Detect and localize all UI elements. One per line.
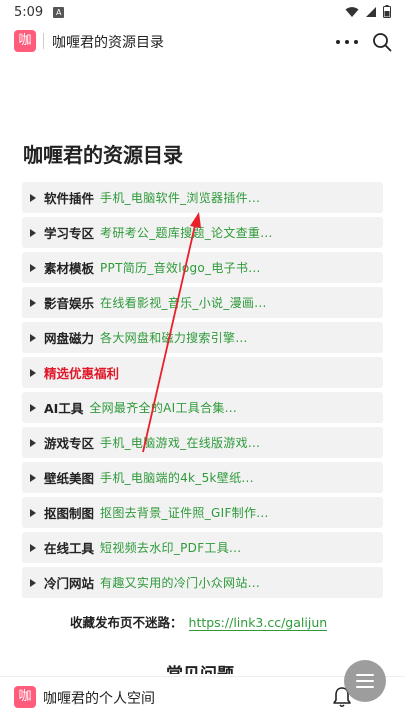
resource-item-niche-sites[interactable]: 冷门网站 有趣又实用的冷门小众网站... — [22, 567, 383, 598]
item-title: 网盘磁力 — [44, 331, 95, 346]
resource-item-wallpapers[interactable]: 壁纸美图 手机_电脑端的4k_5k壁纸... — [22, 462, 383, 493]
caret-right-icon — [30, 298, 36, 307]
resource-item-media[interactable]: 影音娱乐 在线看影视_音乐_小说_漫画... — [22, 287, 383, 318]
item-desc: 手机_电脑端的4k_5k壁纸... — [100, 471, 254, 485]
item-title: 游戏专区 — [44, 436, 95, 451]
resource-item-materials[interactable]: 素材模板 PPT简历_音效logo_电子书... — [22, 252, 383, 283]
caret-right-icon — [30, 228, 36, 237]
item-desc: 考研考公_题库搜题_论文查重... — [100, 226, 273, 240]
resource-item-deals[interactable]: 精选优惠福利 — [22, 357, 383, 388]
favorite-label: 收藏发布页不迷路： — [70, 615, 183, 630]
header-title: 咖喱君的资源目录 — [52, 35, 164, 51]
resource-item-software[interactable]: 软件插件 手机_电脑软件_浏览器插件... — [22, 182, 383, 213]
header-divider — [43, 33, 44, 49]
item-desc: 在线看影视_音乐_小说_漫画... — [100, 296, 267, 310]
dot-icon — [354, 40, 358, 44]
resource-item-study[interactable]: 学习专区 考研考公_题库搜题_论文查重... — [22, 217, 383, 248]
favorite-line: 收藏发布页不迷路： https://link3.cc/galijun — [70, 612, 328, 631]
page-title: 咖喱君的资源目录 — [23, 143, 183, 167]
item-desc: 手机_电脑游戏_在线版游戏... — [100, 436, 261, 450]
search-icon[interactable] — [372, 32, 392, 52]
floating-menu-button[interactable] — [344, 660, 386, 702]
menu-line-icon — [356, 674, 374, 676]
item-title: 抠图制图 — [44, 506, 95, 521]
item-title: 冷门网站 — [44, 576, 95, 591]
item-desc: 抠图去背景_证件照_GIF制作... — [100, 506, 269, 520]
dot-icon — [345, 40, 349, 44]
status-time: 5:09 — [14, 4, 44, 20]
caret-right-icon — [30, 543, 36, 552]
caret-right-icon — [30, 193, 36, 202]
caret-right-icon — [30, 438, 36, 447]
item-desc: 短视频去水印_PDF工具... — [100, 541, 242, 555]
resource-item-games[interactable]: 游戏专区 手机_电脑游戏_在线版游戏... — [22, 427, 383, 458]
notification-icon: A — [53, 6, 65, 18]
status-bar: 5:09 A — [0, 0, 405, 24]
item-title: 软件插件 — [44, 191, 95, 206]
app-header: 咖 咖喱君的资源目录 — [0, 26, 405, 58]
item-title: 影音娱乐 — [44, 296, 95, 311]
item-title: 在线工具 — [44, 541, 95, 556]
caret-right-icon — [30, 403, 36, 412]
resource-item-ai-tools[interactable]: AI工具 全网最齐全的AI工具合集... — [22, 392, 383, 423]
resource-item-netdisk[interactable]: 网盘磁力 各大网盘和磁力搜索引擎... — [22, 322, 383, 353]
signal-icon — [366, 6, 376, 17]
menu-line-icon — [356, 686, 374, 688]
caret-right-icon — [30, 508, 36, 517]
caret-right-icon — [30, 368, 36, 377]
site-logo[interactable]: 咖 — [14, 30, 36, 52]
publish-page-link[interactable]: https://link3.cc/galijun — [188, 615, 328, 631]
item-desc: 有趣又实用的冷门小众网站... — [100, 576, 260, 590]
caret-right-icon — [30, 578, 36, 587]
resource-list: 软件插件 手机_电脑软件_浏览器插件... 学习专区 考研考公_题库搜题_论文查… — [22, 182, 383, 602]
wifi-icon — [345, 6, 359, 17]
item-title: AI工具 — [44, 401, 84, 416]
resource-item-online-tools[interactable]: 在线工具 短视频去水印_PDF工具... — [22, 532, 383, 563]
status-icons — [345, 5, 391, 18]
item-title: 素材模板 — [44, 261, 95, 276]
dot-icon — [336, 40, 340, 44]
bottom-title[interactable]: 咖喱君的个人空间 — [43, 688, 155, 708]
resource-item-image-editing[interactable]: 抠图制图 抠图去背景_证件照_GIF制作... — [22, 497, 383, 528]
item-desc: 手机_电脑软件_浏览器插件... — [100, 191, 261, 205]
caret-right-icon — [30, 263, 36, 272]
caret-right-icon — [30, 333, 36, 342]
item-title: 精选优惠福利 — [44, 366, 120, 381]
item-desc: 全网最齐全的AI工具合集... — [89, 401, 238, 415]
caret-right-icon — [30, 473, 36, 482]
more-options-button[interactable] — [336, 34, 358, 50]
item-title: 学习专区 — [44, 226, 95, 241]
menu-line-icon — [356, 680, 374, 682]
item-title: 壁纸美图 — [44, 471, 95, 486]
item-desc: 各大网盘和磁力搜索引擎... — [100, 331, 248, 345]
faq-heading: 常见问题 — [166, 660, 234, 674]
bottom-logo[interactable]: 咖 — [14, 686, 36, 708]
item-desc: PPT简历_音效logo_电子书... — [100, 261, 261, 275]
battery-icon — [383, 5, 391, 18]
